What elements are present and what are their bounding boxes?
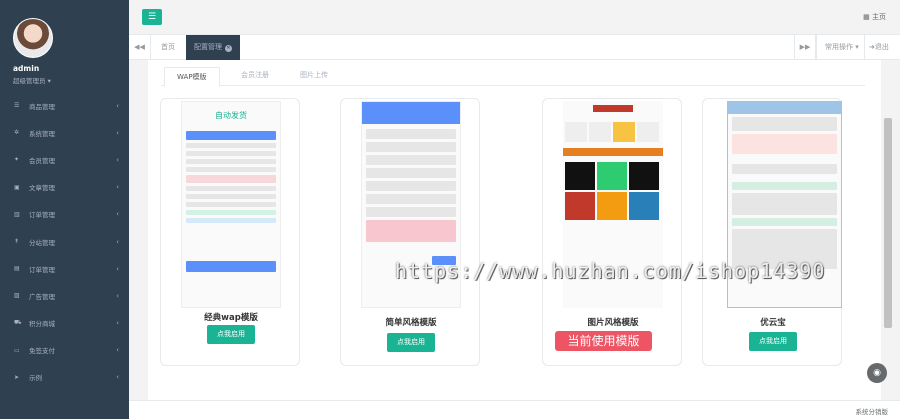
chevron-left-icon: ‹ (116, 346, 119, 355)
cards-icon: ▤ (14, 265, 20, 273)
tab-home[interactable]: 首页 (153, 35, 183, 60)
cart-icon: ⛟ (14, 319, 22, 327)
template-title: 经典wap模版 (204, 313, 258, 323)
sidebar-item[interactable]: ▣ 文章管理 ‹ (0, 174, 129, 201)
sidebar-item-label: 免签支付 (29, 347, 55, 356)
scrollbar-thumb[interactable] (884, 118, 892, 328)
tab-config[interactable]: 配置管理 ✕ (186, 35, 240, 60)
user-role-dropdown[interactable]: 超级管理员 ▾ (13, 75, 129, 85)
chevron-left-icon: ‹ (116, 237, 119, 246)
chevron-left-icon: ‹ (116, 319, 119, 328)
template-config-panel: WAP模版 会员注册 图片上传 自动发货 经典wap模版 点我启用 简单风格模版… (148, 60, 881, 400)
avatar[interactable] (13, 18, 53, 58)
template-card-classic: 自动发货 经典wap模版 点我启用 (160, 98, 300, 366)
menu-toggle-button[interactable]: ☰ (142, 9, 162, 25)
tabs-scroll-right-button[interactable]: ▶▶ (794, 35, 816, 60)
sidebar-item-label: 分站管理 (29, 238, 55, 247)
scrollbar[interactable] (881, 60, 900, 400)
template-tabs: WAP模版 会员注册 图片上传 (161, 66, 865, 87)
sidebar-item[interactable]: ⛟ 积分商城 ‹ (0, 310, 129, 337)
list-icon: ☰ (14, 102, 20, 110)
gear-icon: ✲ (14, 129, 20, 137)
top-bar: ☰ ▦ 主页 (129, 0, 900, 35)
tab-image-upload[interactable]: 图片上传 (288, 66, 340, 86)
template-card-youyunbao: 优云宝 点我启用 (702, 98, 842, 366)
sidebar-item[interactable]: ▨ 广告管理 ‹ (0, 282, 129, 309)
profile: admin 超级管理员 ▾ (0, 0, 129, 92)
chevron-left-icon: ‹ (116, 128, 119, 137)
chevron-left-icon: ‹ (116, 264, 119, 273)
tab-wap-template[interactable]: WAP模版 (164, 67, 220, 87)
home-link[interactable]: ▦ 主页 (863, 12, 886, 22)
sidebar-item[interactable]: ▥ 订单管理 ‹ (0, 201, 129, 228)
users-icon: ✦ (14, 156, 20, 164)
template-title: 图片风格模版 (587, 318, 639, 328)
footer: 系统分销版 (129, 400, 900, 419)
image-icon: ▨ (14, 292, 20, 300)
close-icon[interactable]: ✕ (225, 45, 232, 52)
card-icon: ▭ (14, 346, 20, 354)
sidebar-item-label: 系统管理 (29, 129, 55, 138)
sidebar-item[interactable]: ↟ 分站管理 ‹ (0, 228, 129, 255)
sidebar-item[interactable]: ▭ 免签支付 ‹ (0, 337, 129, 364)
current-template-button[interactable]: 当前使用模版 (555, 331, 652, 351)
sidebar-menu: ☰ 商品管理 ‹ ✲ 系统管理 ‹ ✦ 会员管理 ‹ ▣ 文章管理 ‹ ▥ 订单管理 ‹ ↟ 分站管理 ‹ ▤ 订单管… (0, 92, 129, 391)
sidebar-item-label: 积分商城 (29, 320, 55, 329)
sidebar-item-label: 会员管理 (29, 156, 55, 165)
sidebar-item[interactable]: ☰ 商品管理 ‹ (0, 92, 129, 119)
book-icon: ▣ (14, 183, 20, 191)
template-card-simple: 简单风格模版 点我启用 (340, 98, 480, 366)
bank-icon: ▥ (14, 210, 20, 218)
chevron-left-icon: ‹ (116, 291, 119, 300)
template-preview-image: 自动发货 (181, 101, 281, 308)
sidebar-item-label: 订单管理 (29, 265, 55, 274)
template-title: 优云宝 (760, 318, 786, 328)
tabs-scroll-left-button[interactable]: ◀◀ (129, 35, 151, 60)
watermark-text: https://www.huzhan.com/ishop14390 (395, 259, 826, 283)
sidebar-item[interactable]: ▤ 订单管理 ‹ (0, 255, 129, 282)
sidebar-item-label: 示例 (29, 374, 42, 383)
template-title: 简单风格模版 (385, 318, 437, 328)
preview-headline: 自动发货 (215, 111, 247, 120)
send-icon: ➤ (14, 373, 20, 381)
tab-config-label: 配置管理 (194, 43, 222, 51)
sidebar: admin 超级管理员 ▾ ☰ 商品管理 ‹ ✲ 系统管理 ‹ ✦ 会员管理 ‹ ▣ 文章管理 ‹ ▥ 订… (0, 0, 129, 419)
sidebar-item[interactable]: ➤ 示例 ‹ (0, 364, 129, 391)
footer-text: 系统分销版 (855, 408, 889, 416)
sidebar-item-label: 文章管理 (29, 184, 55, 193)
sidebar-item-label: 广告管理 (29, 292, 55, 301)
user-name: admin (13, 64, 40, 73)
tab-member-register[interactable]: 会员注册 (229, 66, 281, 86)
chevron-left-icon: ‹ (116, 101, 119, 110)
sidebar-item[interactable]: ✲ 系统管理 ‹ (0, 119, 129, 146)
sidebar-item-label: 商品管理 (29, 102, 55, 111)
chevron-left-icon: ‹ (116, 155, 119, 164)
template-card-image: 图片风格模版 当前使用模版 (542, 98, 682, 366)
chevron-left-icon: ‹ (116, 210, 119, 219)
enable-template-button[interactable]: 点我启用 (387, 333, 435, 352)
enable-template-button[interactable]: 点我启用 (749, 332, 797, 351)
chevron-left-icon: ‹ (116, 373, 119, 382)
logout-button[interactable]: ➜退出 (864, 35, 893, 60)
sidebar-item-label: 订单管理 (29, 211, 55, 220)
enable-template-button[interactable]: 点我启用 (207, 325, 255, 344)
common-ops-dropdown[interactable]: 常用操作 ▾ (816, 35, 867, 60)
share-icon: ↟ (14, 238, 20, 246)
page-tabs-bar: ◀◀ 首页 配置管理 ✕ ▶▶ 常用操作 ▾ ➜退出 (129, 35, 900, 60)
chevron-left-icon: ‹ (116, 183, 119, 192)
floating-action-button[interactable]: ◉ (867, 363, 887, 383)
sidebar-item[interactable]: ✦ 会员管理 ‹ (0, 146, 129, 173)
